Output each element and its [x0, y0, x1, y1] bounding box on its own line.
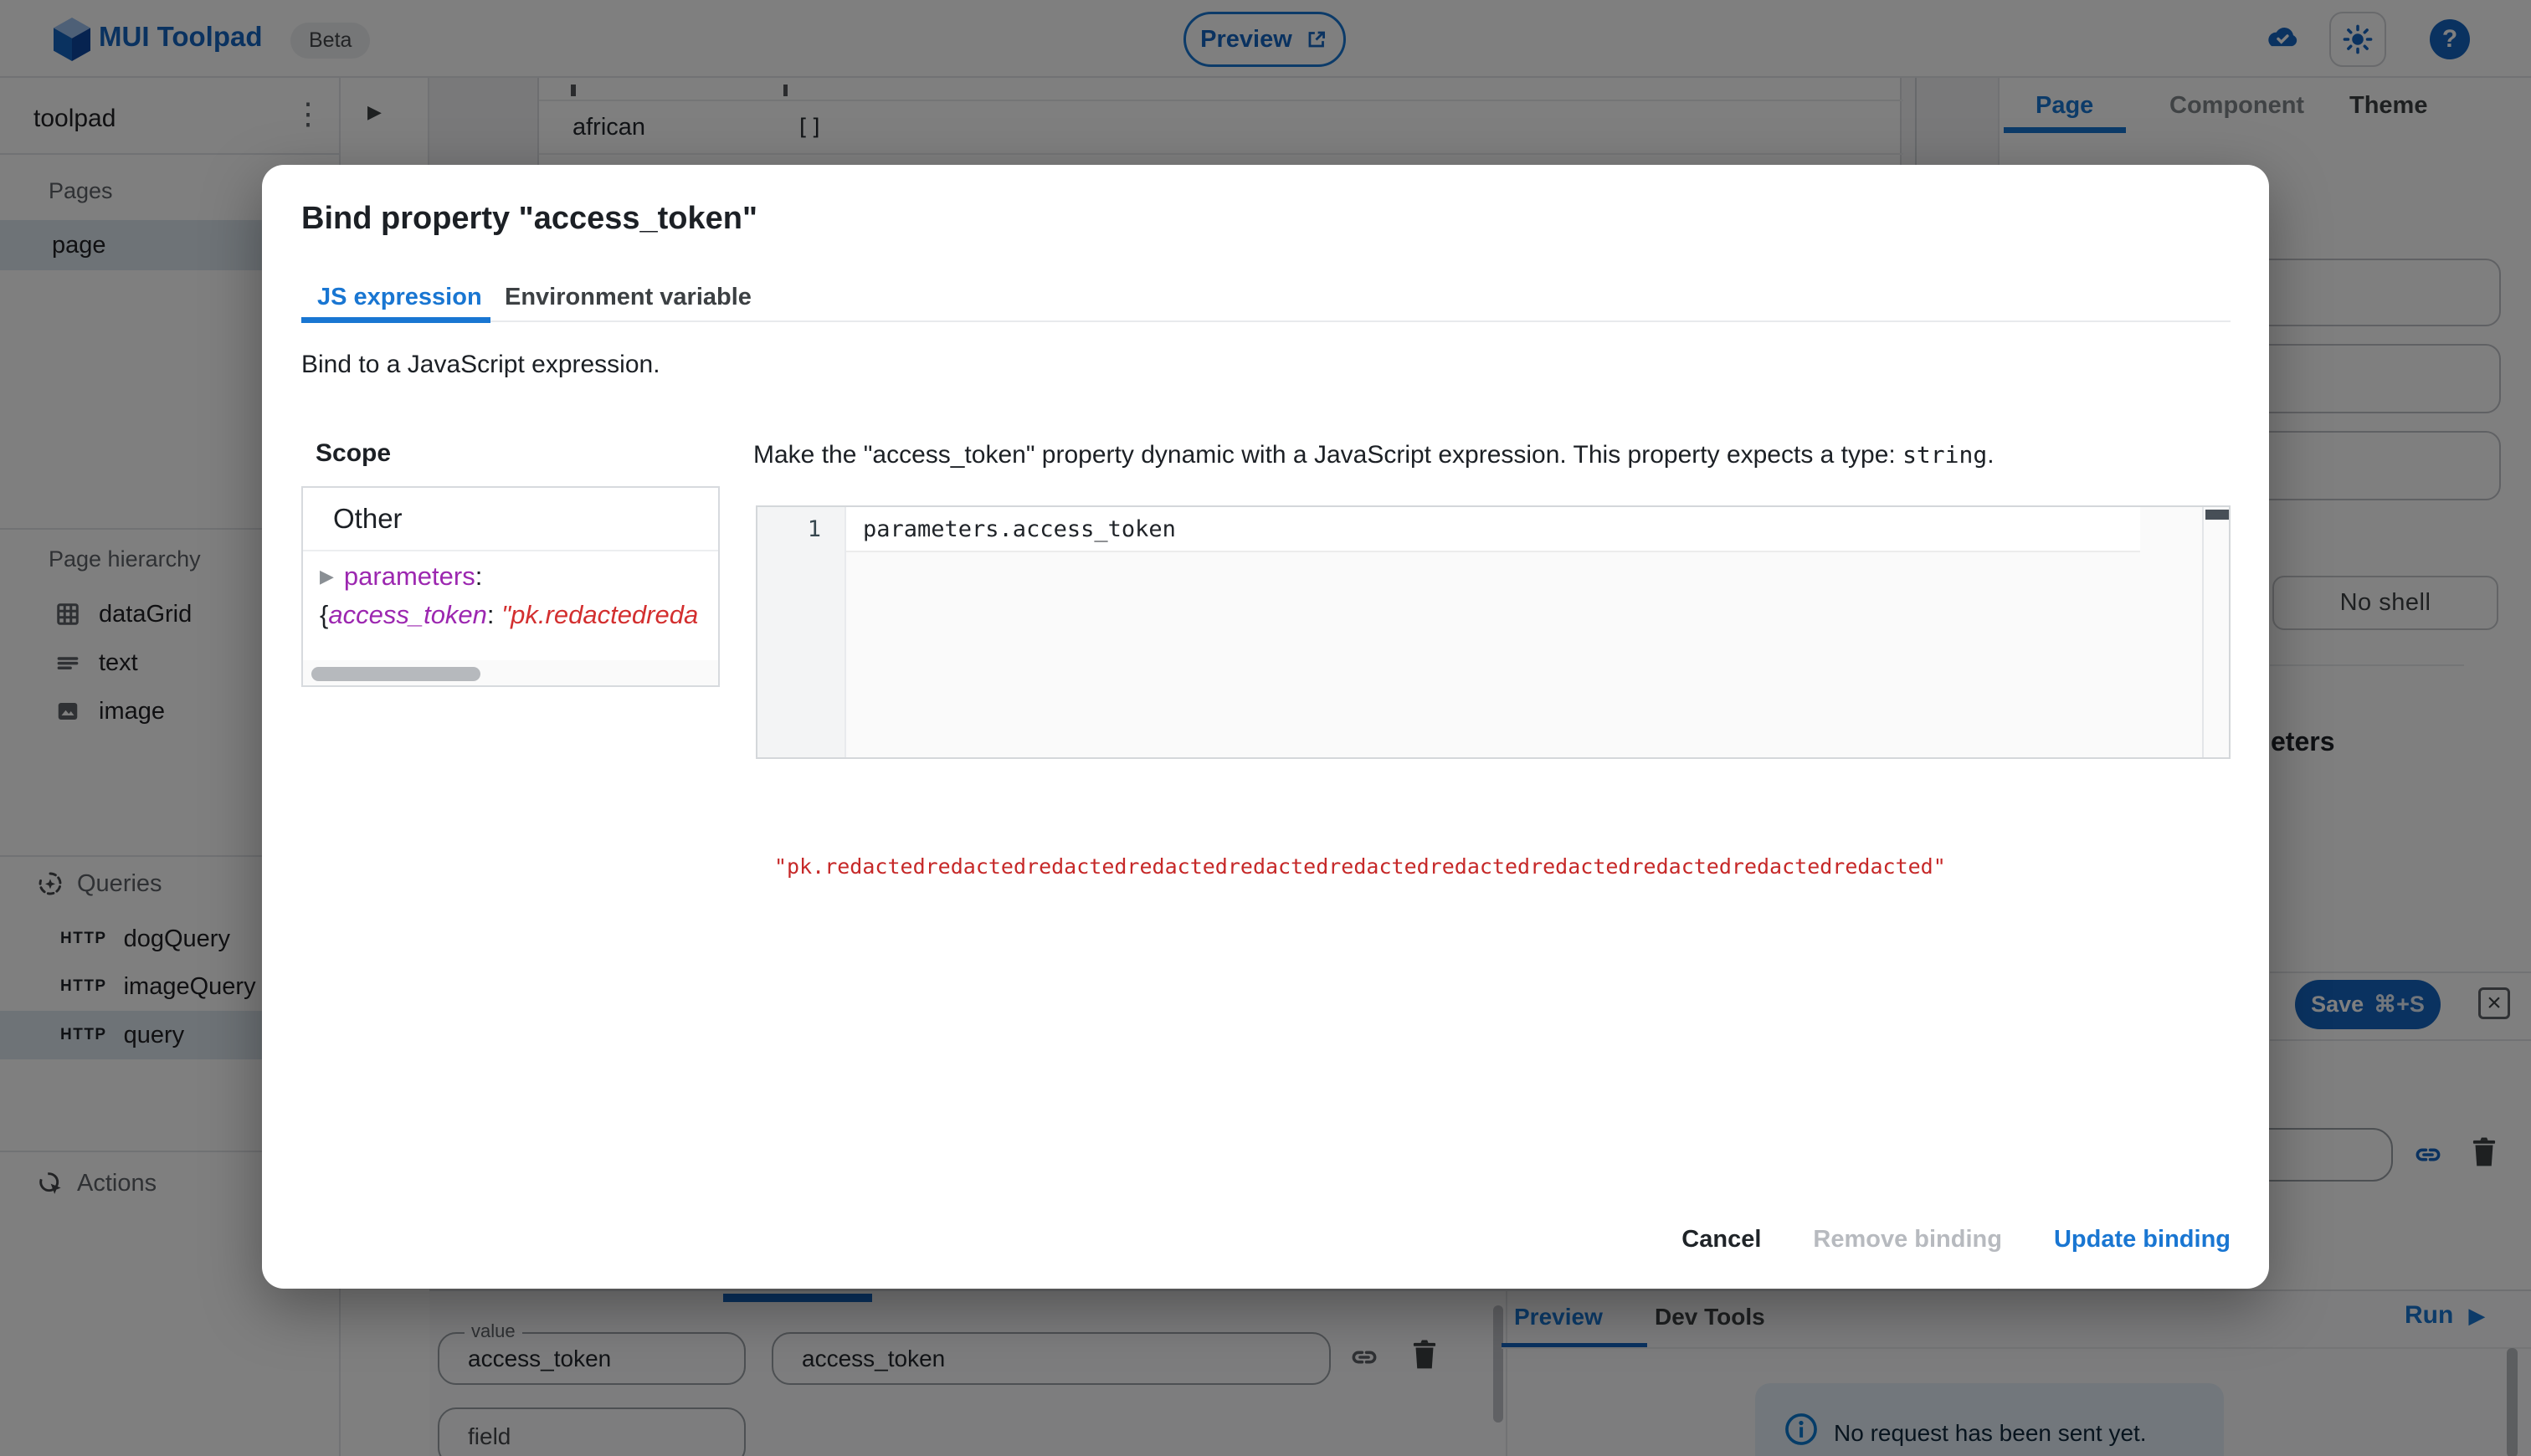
editor-scroll-divider [2202, 507, 2204, 757]
dialog-title: Bind property "access_token" [301, 201, 757, 236]
editor-gutter [757, 507, 846, 757]
screen: MUI Toolpad Beta Preview [0, 0, 2531, 1456]
line-number: 1 [807, 516, 821, 542]
dialog-tab-indicator [301, 317, 490, 323]
code-line[interactable]: parameters.access_token [863, 516, 1176, 542]
dialog-subtitle: Bind to a JavaScript expression. [301, 351, 660, 378]
scope-parameters-row[interactable]: ▶ parameters: [320, 561, 482, 592]
bind-property-dialog: Bind property "access_token" JS expressi… [262, 165, 2269, 1289]
tab-environment-variable[interactable]: Environment variable [505, 284, 752, 311]
scope-group: Other [333, 503, 403, 534]
evaluated-result: "pk.redactedredactedredactedredactedreda… [774, 854, 1946, 879]
editor-scrollbar-thumb[interactable] [2205, 510, 2229, 520]
scope-object-preview: {access_token: "pk.redactedreda [320, 600, 699, 629]
update-binding-button[interactable]: Update binding [2054, 1226, 2231, 1253]
tab-js-expression[interactable]: JS expression [317, 284, 482, 311]
scope-scrollbar-track[interactable] [303, 660, 718, 685]
remove-binding-button[interactable]: Remove binding [1813, 1226, 2002, 1253]
expand-triangle-icon: ▶ [320, 566, 334, 587]
scope-box: Other ▶ parameters: {access_token: "pk.r… [301, 486, 720, 687]
scope-label: Scope [316, 439, 392, 467]
scope-scrollbar-thumb[interactable] [311, 667, 480, 681]
dialog-footer: Cancel Remove binding Update binding [1681, 1226, 2231, 1253]
helper-text: Make the "access_token" property dynamic… [753, 441, 1995, 469]
code-editor[interactable]: 1 parameters.access_token [756, 505, 2231, 759]
cancel-button[interactable]: Cancel [1681, 1226, 1761, 1253]
